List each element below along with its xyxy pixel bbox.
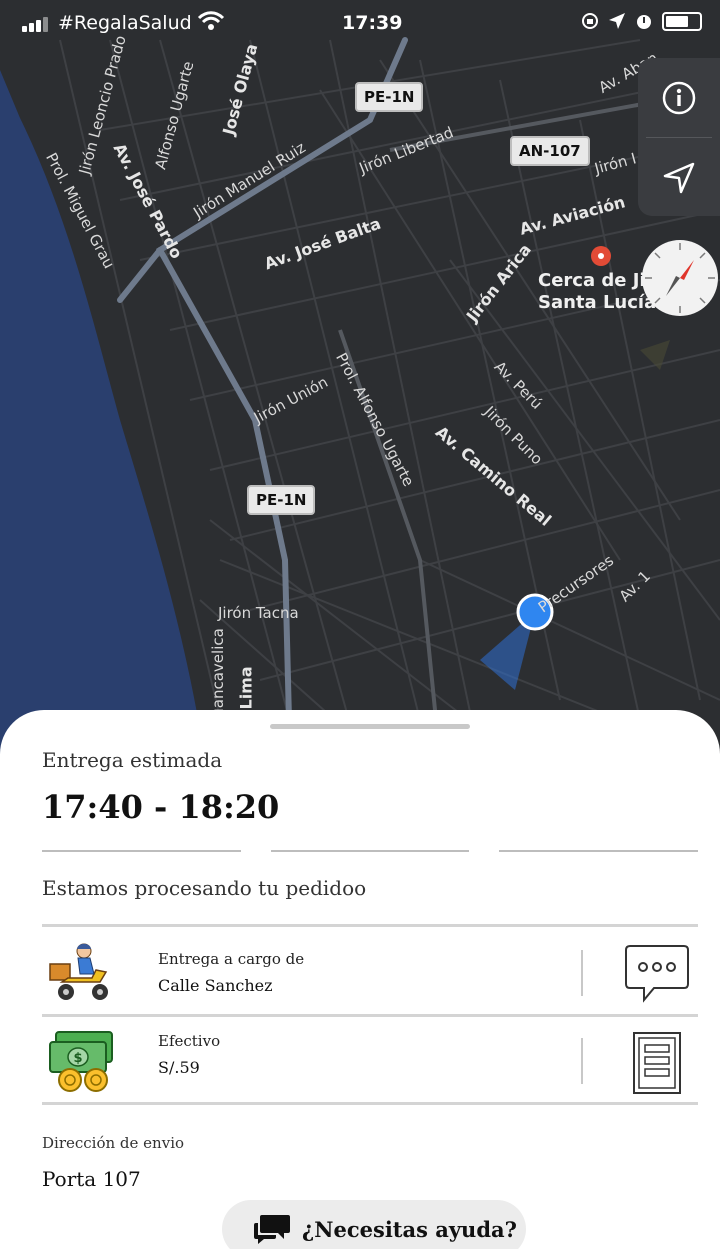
progress-step <box>270 850 470 852</box>
pin-label-line: Santa Lucía <box>538 292 657 313</box>
info-icon <box>662 81 696 114</box>
order-status-message: Estamos procesando tu pedidoo <box>42 876 367 900</box>
cash-icon: $ <box>49 1031 113 1092</box>
signal-icon <box>22 16 52 32</box>
help-button[interactable]: ¿Necesitas ayuda? <box>222 1200 526 1249</box>
progress-step <box>42 850 241 852</box>
payment-amount: S/.59 <box>158 1058 200 1077</box>
map-view[interactable]: Jirón Leoncio Prado Alfonso Ugarte José … <box>0 0 720 760</box>
separator <box>581 950 583 996</box>
divider <box>42 1102 698 1105</box>
street-label: Lima <box>236 666 256 710</box>
order-progress <box>42 850 699 852</box>
separator <box>581 1038 583 1084</box>
courier-title: Entrega a cargo de <box>158 950 305 968</box>
eta-time: 17:40 - 18:20 <box>42 788 280 826</box>
delivery-scooter-icon <box>49 943 108 1000</box>
map-pin-label[interactable]: Cerca de Ji Santa Lucía <box>538 270 656 314</box>
location-arrow-icon <box>663 162 695 193</box>
svg-text:$: $ <box>73 1051 82 1066</box>
map-controls <box>638 58 720 216</box>
payment-method: Efectivo <box>158 1032 221 1050</box>
courier-name: Calle Sanchez <box>158 976 273 995</box>
help-button-label: ¿Necesitas ayuda? <box>302 1216 517 1242</box>
battery-icon <box>662 11 702 31</box>
highway-shield: AN-107 <box>510 136 590 166</box>
info-button[interactable] <box>638 58 720 137</box>
status-bar: #RegalaSalud 17:39 <box>0 0 720 46</box>
order-tracking-sheet: Entrega estimada 17:40 - 18:20 Estamos p… <box>0 710 720 1249</box>
address-value: Porta 107 <box>42 1167 141 1191</box>
wifi-icon <box>197 11 225 30</box>
eta-label: Entrega estimada <box>42 748 223 772</box>
chat-icon <box>254 1215 290 1244</box>
address-label: Dirección de envio <box>42 1134 185 1152</box>
divider <box>42 924 698 927</box>
pin-label-line: Cerca de Ji <box>538 270 646 291</box>
divider <box>42 1014 698 1017</box>
status-icons <box>580 11 702 31</box>
highway-shield: PE-1N <box>247 485 316 515</box>
progress-step <box>499 850 699 852</box>
clock: 17:39 <box>342 12 403 34</box>
compass-icon[interactable] <box>640 238 720 318</box>
highway-shield: PE-1N <box>355 82 424 112</box>
receipt-icon <box>633 1032 681 1094</box>
carrier-name: #RegalaSalud <box>58 12 192 34</box>
locate-me-button[interactable] <box>638 138 720 217</box>
drag-handle[interactable] <box>270 724 470 729</box>
chat-button[interactable] <box>624 940 690 1010</box>
rotation-lock-icon <box>582 13 598 29</box>
receipt-button[interactable] <box>624 1030 690 1100</box>
street-label: Jirón Tacna <box>218 604 299 622</box>
location-services-icon <box>609 13 625 29</box>
chat-bubble-icon <box>625 945 689 1003</box>
alarm-icon <box>637 15 651 29</box>
